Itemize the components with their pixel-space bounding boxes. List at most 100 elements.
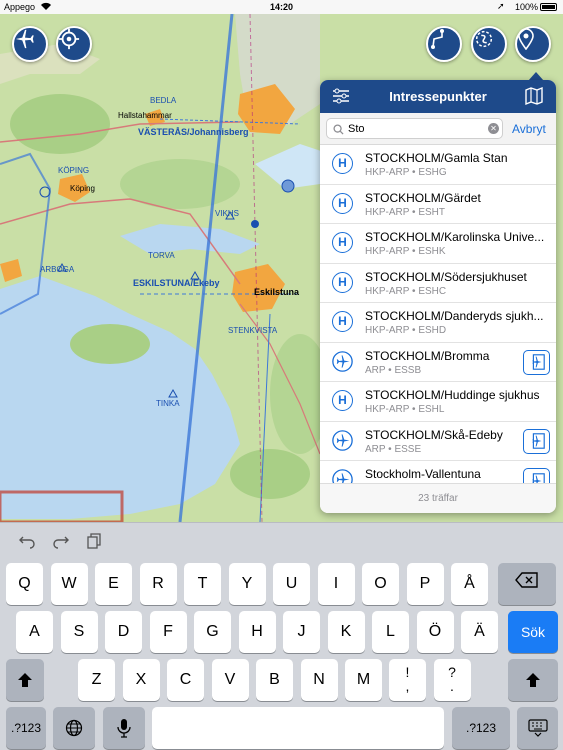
numbers-key-left[interactable]: .?123 xyxy=(6,707,46,749)
result-row[interactable]: Stockholm-Vallentuna xyxy=(320,461,556,483)
airport-chart-icon xyxy=(532,354,545,370)
key-letter[interactable]: C xyxy=(167,659,204,701)
key-letter[interactable]: P xyxy=(406,563,444,605)
punctuation-lower: . xyxy=(450,678,454,694)
heliport-icon: H xyxy=(332,390,353,411)
key-letter[interactable]: Ä xyxy=(461,611,498,653)
key-letter[interactable]: X xyxy=(122,659,160,701)
airport-chart-button[interactable] xyxy=(523,349,550,375)
search-row: ✕ Avbryt xyxy=(320,113,556,145)
airport-chart-button[interactable] xyxy=(523,468,550,483)
shift-icon xyxy=(18,673,32,687)
route-button[interactable] xyxy=(426,26,462,62)
heliport-icon: H xyxy=(332,232,353,253)
airport-icon xyxy=(332,429,353,451)
dictation-key[interactable] xyxy=(103,707,145,749)
result-row[interactable]: STOCKHOLM/Skå-Edeby ARP • ESSE xyxy=(320,422,556,461)
clear-search-icon[interactable]: ✕ xyxy=(488,123,499,134)
heliport-icon: H xyxy=(332,311,353,332)
key-letter[interactable]: I xyxy=(317,563,355,605)
key-letter[interactable]: V xyxy=(211,659,249,701)
key-letter[interactable]: Ö xyxy=(416,611,454,653)
key-letter[interactable]: O xyxy=(362,563,399,605)
result-row[interactable]: H STOCKHOLM/Södersjukhuset HKP-ARP • ESHC xyxy=(320,264,556,303)
key-letter[interactable]: H xyxy=(238,611,276,653)
map-label-tinka: TINKA xyxy=(156,399,180,408)
search-field[interactable]: ✕ xyxy=(326,118,503,139)
circular-route-button[interactable] xyxy=(471,26,507,62)
key-letter[interactable]: K xyxy=(327,611,365,653)
result-row[interactable]: STOCKHOLM/Bromma ARP • ESSB xyxy=(320,343,556,382)
search-input[interactable] xyxy=(348,121,478,137)
locate-button[interactable] xyxy=(56,26,92,62)
result-subtitle: ARP • ESSE xyxy=(365,443,422,455)
results-count: 23 träffar xyxy=(320,483,556,513)
key-letter[interactable]: N xyxy=(300,659,338,701)
results-list[interactable]: H STOCKHOLM/Gamla Stan HKP-ARP • ESHG H STOC… xyxy=(320,145,556,483)
key-letter[interactable]: W xyxy=(50,563,88,605)
key-letter[interactable]: Å xyxy=(451,563,488,605)
backspace-key[interactable] xyxy=(498,563,556,605)
key-letter[interactable]: L xyxy=(372,611,409,653)
heliport-icon: H xyxy=(332,192,353,214)
result-row[interactable]: H STOCKHOLM/Danderyds sjukh... HKP-ARP • E… xyxy=(320,303,556,343)
key-letter[interactable]: R xyxy=(139,563,177,605)
panel-title: Intressepunkter xyxy=(389,89,487,104)
result-row[interactable]: H STOCKHOLM/Karolinska Unive... HKP-ARP • … xyxy=(320,224,556,264)
key-letter[interactable]: D xyxy=(105,611,142,653)
key-letter[interactable]: M xyxy=(345,659,382,701)
paste-icon[interactable] xyxy=(86,533,102,554)
key-letter[interactable]: U xyxy=(273,563,310,605)
shift-key-left[interactable] xyxy=(6,659,44,701)
space-key[interactable] xyxy=(152,707,444,749)
circular-route-icon xyxy=(475,30,493,48)
punctuation-lower: , xyxy=(405,678,410,694)
result-subtitle: HKP-ARP • ESHC xyxy=(365,285,447,297)
map-label-arboga: ARBOGA xyxy=(40,265,75,274)
hide-keyboard-icon xyxy=(527,719,548,737)
key-letter[interactable]: A xyxy=(16,611,53,653)
numbers-key-right[interactable]: .?123 xyxy=(452,707,510,749)
location-pin-icon xyxy=(518,28,534,50)
result-subtitle: HKP-ARP • ESHT xyxy=(365,206,445,218)
punctuation-key[interactable]: !, xyxy=(389,659,426,701)
shift-key-right[interactable] xyxy=(508,659,558,701)
key-letter[interactable]: J xyxy=(283,611,320,653)
undo-icon[interactable] xyxy=(18,533,36,554)
map-label-koping-airfield: KÖPING xyxy=(58,166,90,175)
key-letter[interactable]: Y xyxy=(228,563,266,605)
aircraft-icon xyxy=(15,29,34,49)
cancel-button[interactable]: Avbryt xyxy=(512,122,546,136)
map-label-eskilstuna-ekeby: ESKILSTUNA/Ekeby xyxy=(133,278,220,288)
aircraft-button[interactable] xyxy=(12,26,48,62)
redo-icon[interactable] xyxy=(52,533,70,554)
result-subtitle: HKP-ARP • ESHD xyxy=(365,325,447,336)
status-bar: Appego 14:20 ➚ 100% xyxy=(0,0,563,14)
punctuation-upper: ? xyxy=(448,664,456,680)
poi-button[interactable] xyxy=(515,26,551,62)
result-row[interactable]: H STOCKHOLM/Gamla Stan HKP-ARP • ESHG xyxy=(320,145,556,185)
globe-key[interactable] xyxy=(53,707,95,749)
hide-keyboard-key[interactable] xyxy=(517,707,558,749)
search-key[interactable]: Sök xyxy=(508,611,558,653)
key-letter[interactable]: Z xyxy=(78,659,115,701)
result-row[interactable]: H STOCKHOLM/Gärdet HKP-ARP • ESHT xyxy=(320,185,556,224)
result-row[interactable]: H STOCKHOLM/Huddinge sjukhus HKP-ARP • ESH… xyxy=(320,382,556,422)
map-label-vikhs: VIKHS xyxy=(215,209,240,218)
airport-chart-button[interactable] xyxy=(523,428,550,454)
key-letter[interactable]: G xyxy=(194,611,231,653)
poi-panel: Intressepunkter ✕ Avbryt H STOCKHOLM/Gaml… xyxy=(320,80,556,513)
microphone-icon xyxy=(117,719,131,738)
result-subtitle: ARP • ESSB xyxy=(365,364,422,376)
key-letter[interactable]: T xyxy=(184,563,221,605)
crosshair-icon xyxy=(58,28,80,50)
map-book-icon[interactable] xyxy=(524,86,544,111)
result-name: STOCKHOLM/Karolinska Unive... xyxy=(365,230,545,244)
map-label-stenkvista: STENKVISTA xyxy=(228,326,278,335)
punctuation-key[interactable]: ?. xyxy=(433,659,471,701)
key-letter[interactable]: S xyxy=(60,611,98,653)
key-letter[interactable]: Q xyxy=(6,563,43,605)
key-letter[interactable]: E xyxy=(95,563,132,605)
key-letter[interactable]: F xyxy=(149,611,187,653)
key-letter[interactable]: B xyxy=(256,659,293,701)
